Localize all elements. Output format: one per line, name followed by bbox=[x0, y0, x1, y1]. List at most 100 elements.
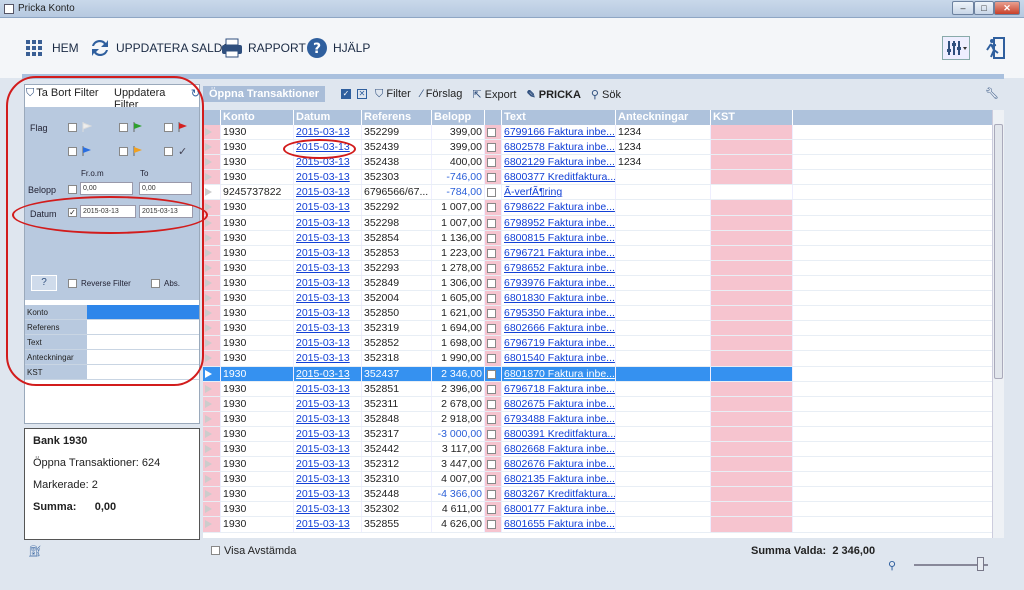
datum-from-select[interactable]: 2015-03-13 bbox=[80, 205, 136, 218]
row-checkbox[interactable] bbox=[487, 354, 496, 364]
cell-flag[interactable] bbox=[203, 336, 221, 351]
cell-text[interactable]: 6802668 Faktura inbe... bbox=[502, 441, 616, 457]
row-flag-icon[interactable] bbox=[205, 460, 212, 469]
cell-flag[interactable] bbox=[203, 426, 221, 441]
header-anteckningar[interactable]: Anteckningar bbox=[616, 110, 711, 125]
cell-text[interactable]: 6801540 Faktura inbe... bbox=[502, 351, 616, 366]
grid-filter-button[interactable]: ⛉ Filter bbox=[375, 88, 411, 101]
row-checkbox[interactable] bbox=[487, 263, 496, 273]
cell-check[interactable] bbox=[485, 321, 502, 336]
row-checkbox[interactable] bbox=[487, 233, 496, 243]
row-checkbox[interactable] bbox=[487, 188, 496, 198]
row-flag-icon[interactable] bbox=[205, 520, 212, 529]
row-flag-icon[interactable] bbox=[205, 188, 212, 197]
cell-text[interactable]: 6800815 Faktura inbe... bbox=[502, 230, 616, 245]
row-checkbox[interactable] bbox=[487, 429, 496, 439]
table-row[interactable]: 1930 2015-03-13 352848 2 918,00 6793488 Fakt… bbox=[203, 411, 993, 427]
row-flag-icon[interactable] bbox=[205, 384, 212, 393]
cell-datum[interactable]: 2015-03-13 bbox=[294, 366, 362, 381]
cell-text[interactable]: 6799166 Faktura inbe... bbox=[502, 125, 616, 140]
cell-flag[interactable] bbox=[203, 291, 221, 306]
cell-check[interactable] bbox=[485, 396, 502, 411]
field-row-anteckningar[interactable]: Anteckningar bbox=[25, 350, 199, 365]
datum-checkbox[interactable]: ✓ bbox=[68, 208, 77, 217]
row-checkbox[interactable] bbox=[487, 460, 496, 470]
cell-flag[interactable] bbox=[203, 245, 221, 260]
table-row[interactable]: 1930 2015-03-13 352437 2 346,00 6801870 Fakt… bbox=[203, 366, 993, 382]
flag-orange-checkbox[interactable] bbox=[119, 147, 128, 156]
row-flag-icon[interactable] bbox=[205, 324, 212, 333]
cell-flag[interactable] bbox=[203, 185, 221, 200]
cell-check[interactable] bbox=[485, 426, 502, 441]
row-checkbox[interactable] bbox=[487, 505, 496, 515]
cell-datum[interactable]: 2015-03-13 bbox=[294, 291, 362, 306]
close-button[interactable]: ✕ bbox=[994, 1, 1020, 15]
cell-flag[interactable] bbox=[203, 170, 221, 185]
header-datum[interactable]: Datum bbox=[294, 110, 362, 125]
cell-datum[interactable]: 2015-03-13 bbox=[294, 351, 362, 366]
row-flag-icon[interactable] bbox=[205, 339, 212, 348]
wrench-icon[interactable]: 🔧︎ bbox=[985, 87, 999, 100]
row-checkbox[interactable] bbox=[487, 203, 496, 213]
table-row[interactable]: 1930 2015-03-13 352442 3 117,00 6802668 Fakt… bbox=[203, 441, 993, 458]
cell-text[interactable]: 6793976 Faktura inbe... bbox=[502, 275, 616, 291]
row-checkbox[interactable] bbox=[487, 414, 496, 424]
row-flag-icon[interactable] bbox=[205, 414, 212, 423]
cell-check[interactable] bbox=[485, 245, 502, 260]
cell-flag[interactable] bbox=[203, 275, 221, 291]
cell-flag[interactable] bbox=[203, 487, 221, 502]
abs-checkbox[interactable] bbox=[151, 279, 160, 288]
cell-flag[interactable] bbox=[203, 306, 221, 321]
belopp-from-input[interactable]: 0,00 bbox=[80, 182, 133, 195]
row-checkbox[interactable] bbox=[487, 158, 496, 168]
cell-text[interactable]: 6801870 Faktura inbe... bbox=[502, 366, 616, 381]
row-checkbox[interactable] bbox=[487, 384, 496, 394]
scroll-thumb[interactable] bbox=[994, 124, 1003, 379]
cell-check[interactable] bbox=[485, 487, 502, 502]
row-flag-icon[interactable] bbox=[205, 475, 212, 484]
cell-check[interactable] bbox=[485, 185, 502, 200]
cell-datum[interactable]: 2015-03-13 bbox=[294, 502, 362, 517]
row-flag-icon[interactable] bbox=[205, 203, 212, 212]
flag-white-checkbox[interactable] bbox=[68, 123, 77, 132]
row-checkbox[interactable] bbox=[487, 218, 496, 228]
flag-red-checkbox[interactable] bbox=[164, 123, 173, 132]
cell-datum[interactable]: 2015-03-13 bbox=[294, 125, 362, 140]
suggest-button[interactable]: ⁄ Förslag bbox=[421, 88, 463, 100]
cell-flag[interactable] bbox=[203, 140, 221, 155]
row-flag-icon[interactable] bbox=[205, 399, 212, 408]
select-all-icon[interactable]: ✓ bbox=[341, 89, 352, 99]
header-belopp[interactable]: Belopp bbox=[432, 110, 485, 125]
row-flag-icon[interactable] bbox=[205, 143, 212, 152]
row-flag-icon[interactable] bbox=[205, 444, 212, 453]
cell-flag[interactable] bbox=[203, 321, 221, 336]
cell-datum[interactable]: 2015-03-13 bbox=[294, 381, 362, 396]
cell-datum[interactable]: 2015-03-13 bbox=[294, 200, 362, 215]
maximize-button[interactable]: □ bbox=[974, 1, 994, 15]
cell-check[interactable] bbox=[485, 155, 502, 170]
row-checkbox[interactable] bbox=[487, 520, 496, 530]
cell-check[interactable] bbox=[485, 502, 502, 517]
cell-flag[interactable] bbox=[203, 517, 221, 532]
zoom-slider-thumb[interactable] bbox=[977, 557, 984, 571]
cell-datum[interactable]: 2015-03-13 bbox=[294, 275, 362, 291]
belopp-to-input[interactable]: 0,00 bbox=[139, 182, 192, 195]
flag-blue-checkbox[interactable] bbox=[68, 147, 77, 156]
row-checkbox[interactable] bbox=[487, 324, 496, 334]
cell-text[interactable]: 6800177 Faktura inbe... bbox=[502, 502, 616, 517]
table-row[interactable]: 1930 2015-03-13 352318 1 990,00 6801540 Fakt… bbox=[203, 351, 993, 367]
cell-datum[interactable]: 2015-03-13 bbox=[294, 411, 362, 426]
cell-text[interactable]: 6802129 Faktura inbe... bbox=[502, 155, 616, 170]
cell-datum[interactable]: 2015-03-13 bbox=[294, 441, 362, 457]
cell-flag[interactable] bbox=[203, 215, 221, 230]
table-row[interactable]: 1930 2015-03-13 352004 1 605,00 6801830 Fakt… bbox=[203, 291, 993, 307]
cell-check[interactable] bbox=[485, 336, 502, 351]
cell-flag[interactable] bbox=[203, 441, 221, 457]
table-row[interactable]: 1930 2015-03-13 352855 4 626,00 6801655 Fakt… bbox=[203, 517, 993, 533]
filter-help-button[interactable]: ? bbox=[31, 275, 57, 291]
cell-datum[interactable]: 2015-03-13 bbox=[294, 396, 362, 411]
table-row[interactable]: 1930 2015-03-13 352303 -746,00 6800377 Kredi… bbox=[203, 170, 993, 186]
table-row[interactable]: 1930 2015-03-13 352853 1 223,00 6796721 Fakt… bbox=[203, 245, 993, 261]
settings-dropdown-button[interactable] bbox=[942, 36, 970, 60]
cell-check[interactable] bbox=[485, 366, 502, 381]
